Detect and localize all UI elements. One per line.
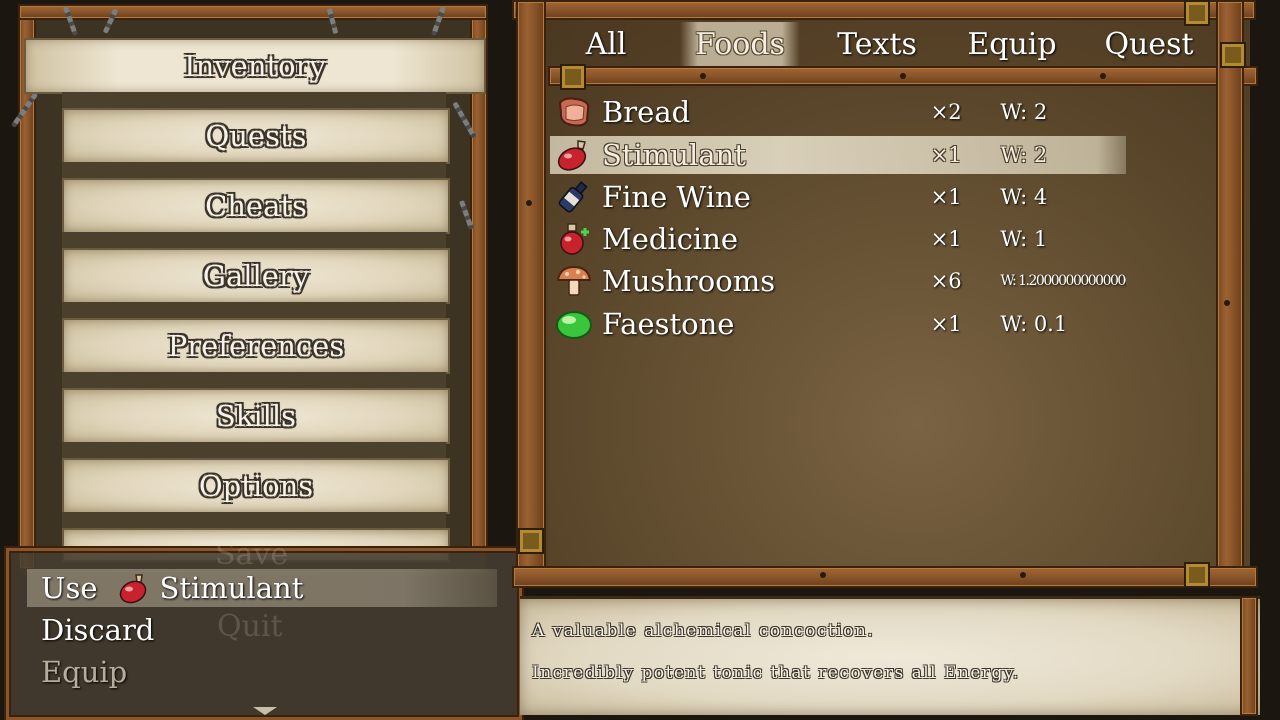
inventory-item-mushrooms[interactable]: Mushrooms ×6 W: 1.2000000000000002 <box>550 262 1126 300</box>
item-quantity: ×2 <box>930 100 962 124</box>
inventory-frame-left <box>516 0 546 588</box>
use-item-name: Stimulant <box>159 571 304 605</box>
scroll-down-indicator <box>253 707 277 715</box>
menu-button-quests[interactable]: Quests <box>62 108 450 164</box>
inventory-item-fine-wine[interactable]: Fine Wine ×1 W: 4 <box>550 178 1126 216</box>
item-weight: W: 2 <box>1000 143 1048 167</box>
menu-button-options[interactable]: Options <box>62 458 450 514</box>
red-potion-icon <box>116 572 152 604</box>
frame-nail <box>700 73 706 79</box>
mushroom-icon <box>554 264 594 298</box>
item-weight: W: 0.1 <box>1000 312 1068 336</box>
inventory-item-faestone[interactable]: Faestone ×1 W: 0.1 <box>550 305 1126 343</box>
item-name: Faestone <box>602 307 735 341</box>
frame-bracket <box>1184 562 1210 588</box>
menu-button-cheats[interactable]: Cheats <box>62 178 450 234</box>
medicine-flask-icon <box>554 222 594 256</box>
inventory-item-medicine[interactable]: Medicine ×1 W: 1 <box>550 220 1126 258</box>
green-orb-icon <box>554 307 594 341</box>
use-item-action[interactable]: Use Stimulant <box>27 569 497 607</box>
wine-bottle-icon <box>554 180 594 214</box>
frame-bracket <box>560 64 586 90</box>
item-action-popup: Save Quit Use Stimulant Discard Equip <box>6 537 522 720</box>
menu-button-gallery[interactable]: Gallery <box>62 248 450 304</box>
menu-button-inventory[interactable]: Inventory <box>24 38 486 94</box>
frame-nail <box>900 73 906 79</box>
description-line-1: A valuable alchemical concoction. <box>532 621 875 641</box>
use-label: Use <box>41 571 98 605</box>
tab-quest[interactable]: Quest <box>1090 22 1208 66</box>
bread-icon <box>554 95 594 129</box>
item-weight: W: 1.2000000000000002 <box>1000 273 1126 289</box>
menu-button-save-ghost: Save <box>215 537 289 572</box>
frame-nail <box>1100 73 1106 79</box>
inventory-frame-bottom <box>512 566 1258 588</box>
tab-equip[interactable]: Equip <box>955 22 1069 66</box>
discard-action[interactable]: Discard <box>27 611 497 649</box>
item-name: Stimulant <box>602 138 746 172</box>
item-quantity: ×6 <box>930 269 962 293</box>
item-quantity: ×1 <box>930 312 962 336</box>
item-weight: W: 4 <box>1000 185 1048 209</box>
inventory-item-bread[interactable]: Bread ×2 W: 2 <box>550 93 1126 131</box>
equip-action: Equip <box>27 653 497 691</box>
item-name: Medicine <box>602 222 739 256</box>
item-quantity: ×1 <box>930 185 962 209</box>
frame-nail <box>820 572 826 578</box>
frame-nail <box>1224 300 1230 306</box>
frame-nail <box>1020 572 1026 578</box>
item-quantity: ×1 <box>930 227 962 251</box>
frame-nail <box>526 200 532 206</box>
tab-texts[interactable]: Texts <box>822 22 932 66</box>
discard-label: Discard <box>41 613 155 647</box>
frame-bracket <box>518 528 544 554</box>
inventory-frame-right <box>1216 0 1244 588</box>
item-name: Bread <box>602 95 691 129</box>
item-name: Fine Wine <box>602 180 751 214</box>
inventory-frame-top <box>512 0 1256 20</box>
item-quantity: ×1 <box>930 143 962 167</box>
menu-frame-top <box>18 4 488 20</box>
red-potion-icon <box>554 138 594 172</box>
tab-foods[interactable]: Foods <box>680 22 800 66</box>
item-weight: W: 2 <box>1000 100 1048 124</box>
item-name: Mushrooms <box>602 264 776 298</box>
menu-button-preferences[interactable]: Preferences <box>62 318 450 374</box>
tab-all[interactable]: All <box>570 22 642 66</box>
equip-label: Equip <box>41 655 128 689</box>
menu-button-skills[interactable]: Skills <box>62 388 450 444</box>
description-frame-right <box>1240 596 1258 716</box>
item-weight: W: 1 <box>1000 227 1048 251</box>
frame-bracket <box>1220 42 1246 68</box>
item-description-box: A valuable alchemical concoction. Incred… <box>520 596 1260 715</box>
inventory-item-stimulant[interactable]: Stimulant ×1 W: 2 <box>550 136 1126 174</box>
description-line-2: Incredibly potent tonic that recovers al… <box>532 663 1020 683</box>
